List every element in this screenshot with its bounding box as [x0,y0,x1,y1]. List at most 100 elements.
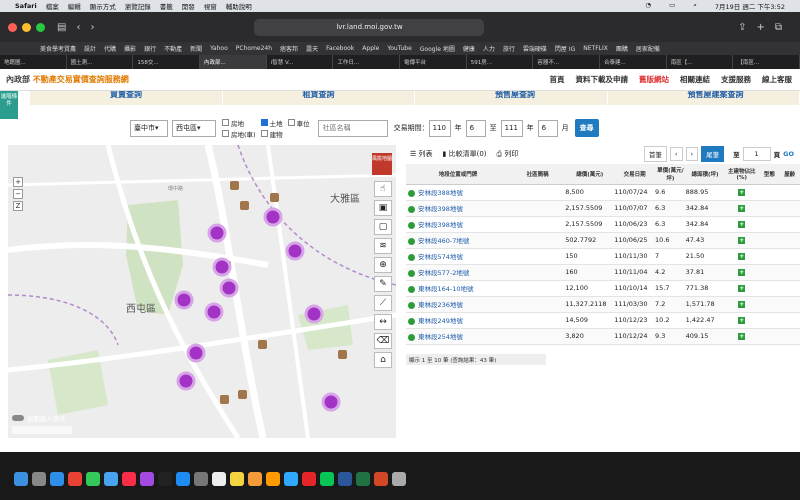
browser-tab[interactable]: 合泰建... [600,55,667,69]
address-bar[interactable]: lvr.land.moi.gov.tw [254,18,485,36]
row-address[interactable]: 東林段236地號 [418,301,463,309]
type-land[interactable]: 土地 [260,118,283,128]
menu-help[interactable]: 輔助說明 [226,1,252,11]
table-row[interactable]: 東林段236地號 11,327.2118 111/03/30 7.2 1,571.78 + [406,296,800,313]
minimize-window-icon[interactable] [22,22,31,32]
start-month-select[interactable]: 6 [465,119,486,137]
safari-icon[interactable] [50,472,64,486]
row-address[interactable]: 安林段398地號 [418,205,463,213]
forward-icon[interactable]: › [90,22,94,33]
banner-rent[interactable]: 租賃查詢 [222,91,415,105]
end-year-select[interactable]: 111 [500,119,523,137]
map-locate-icon[interactable] [408,253,415,261]
expand-plus-icon[interactable]: + [738,221,746,228]
nav-home[interactable]: 首頁 [550,74,565,85]
acrobat-icon[interactable] [302,472,316,486]
photoshop-icon[interactable] [284,472,298,486]
close-window-icon[interactable] [8,22,17,32]
type-house-land[interactable]: 房地 [222,118,256,128]
banner-sale[interactable]: 買賣查詢 [30,91,223,105]
finder-icon[interactable] [14,472,28,486]
bookmark-item[interactable]: YouTube [387,45,411,52]
bookmark-item[interactable]: Google 地圖 [420,44,455,53]
messages-icon[interactable] [86,472,100,486]
compare-list-button[interactable]: ▮ 比較清單(0) [443,149,487,159]
bookmark-item[interactable]: 銀行 [144,44,156,53]
browser-tab-active[interactable]: 內政部... [200,55,267,69]
back-icon[interactable]: ‹ [76,22,80,33]
go-button[interactable]: GO [783,150,794,158]
bookmark-item[interactable]: 美食學考質農 [40,44,76,53]
browser-tab[interactable]: 容器不... [533,55,601,69]
nav-links[interactable]: 相關連結 [680,74,710,85]
banner-presale-project[interactable]: 預售屋建案查詢 [607,91,800,105]
col-main-ratio[interactable]: 主建物佔比(%) [724,164,760,185]
nav-support[interactable]: 支援服務 [721,74,751,85]
zoom-in-button[interactable]: + [13,177,23,187]
next-page-button[interactable]: › [685,146,699,161]
city-select[interactable]: 臺中市 ▾ [130,119,168,137]
select-box-icon[interactable]: ▣ [374,200,392,216]
expand-plus-icon[interactable]: + [738,285,746,292]
eraser-icon[interactable]: ⌫ [374,333,392,349]
bookmark-item[interactable]: 露天 [306,44,318,53]
risk-map-button[interactable]: 風險地圖 [372,153,392,175]
bookmark-item[interactable]: NETFLIX [583,45,608,52]
music-icon[interactable] [122,472,136,486]
browser-tab[interactable]: 電傳平台 [400,55,467,69]
browser-tab[interactable]: 591房... [467,55,534,69]
browser-tab[interactable]: 地籍圖... [0,55,67,69]
map-locate-icon[interactable] [408,237,415,245]
trash-icon[interactable] [392,472,406,486]
zoom-reset-button[interactable]: Z [13,201,23,211]
expand-plus-icon[interactable]: + [738,317,746,324]
map-locate-icon[interactable] [408,333,415,341]
launchpad-icon[interactable] [32,472,46,486]
pan-tool-icon[interactable]: ☝ [374,181,392,197]
building-icon[interactable]: ⌂ [374,352,392,368]
excel-icon[interactable] [356,472,370,486]
chrome-icon[interactable] [68,472,82,486]
expand-plus-icon[interactable]: + [738,269,746,276]
type-house-land-parking[interactable]: 房地(車) [222,129,256,139]
type-building[interactable]: 建物 [260,129,283,139]
bookmark-item[interactable]: Yahoo [210,45,228,52]
word-icon[interactable] [338,472,352,486]
measure-icon[interactable]: ✎ [374,276,392,292]
print-button[interactable]: ⎙ 列印 [497,149,519,159]
select-area-icon[interactable]: ▢ [374,219,392,235]
expand-plus-icon[interactable]: + [738,237,746,244]
map-locate-icon[interactable] [408,205,415,213]
wifi-icon[interactable]: ◔ [645,1,651,11]
first-page-button[interactable]: 首筆 [643,145,667,162]
expand-plus-icon[interactable]: + [738,301,746,308]
settings-icon[interactable] [194,472,208,486]
col-age[interactable]: 屋齡 [779,164,800,185]
menu-view[interactable]: 顯示方式 [90,1,116,11]
notes-icon[interactable] [230,472,244,486]
photos-icon[interactable] [248,472,262,486]
bookmark-item[interactable]: 不動產 [164,44,182,53]
table-row[interactable]: 安林段398地號 2,157.5509 110/07/07 6.3 342.84 + [406,200,800,217]
app-name[interactable]: Safari [15,2,37,10]
col-price[interactable]: 總價(萬元) [565,164,615,185]
nav-old-site[interactable]: 舊版網站 [639,74,669,85]
browser-tab[interactable]: 158交... [133,55,201,69]
expand-plus-icon[interactable]: + [738,189,746,196]
list-view-button[interactable]: ☰ 列表 [410,149,433,159]
menu-window[interactable]: 視窗 [204,1,217,11]
tv-icon[interactable] [158,472,172,486]
expand-plus-icon[interactable]: + [738,333,746,340]
col-area[interactable]: 總面積(坪) [685,164,725,185]
col-address[interactable]: 地段位置或門牌 [406,164,511,185]
menu-history[interactable]: 瀏覽記錄 [125,1,151,11]
browser-tab[interactable]: 工作日... [333,55,401,69]
community-input[interactable] [317,119,388,137]
bookmark-item[interactable]: 旅行 [503,44,515,53]
bookmark-item[interactable]: PChome24h [236,45,272,52]
nav-download[interactable]: 資料下載及申請 [576,74,629,85]
prev-page-button[interactable]: ‹ [669,146,683,161]
nav-service[interactable]: 線上客服 [762,74,792,85]
row-address[interactable]: 安林段577-2地號 [418,269,469,277]
table-row[interactable]: 安林段574地號 150 110/11/30 7 21.50 + [406,248,800,265]
